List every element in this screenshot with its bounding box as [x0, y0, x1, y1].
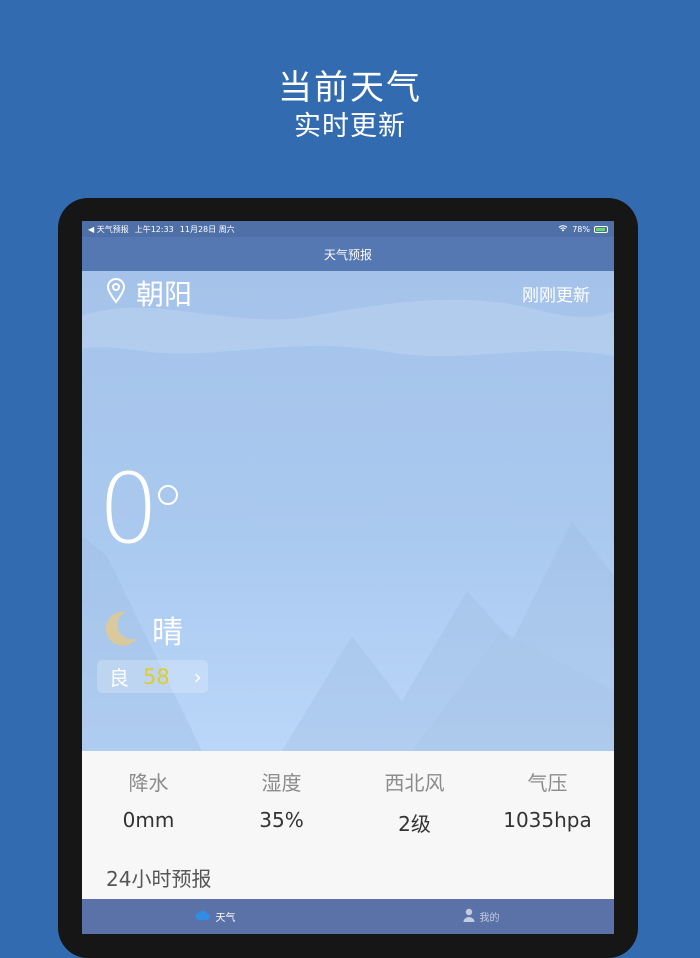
degree-symbol: [158, 485, 178, 505]
location-pin-icon: [106, 278, 126, 308]
battery-icon: [594, 225, 608, 233]
tab-label: 天气: [215, 913, 236, 924]
stat-value: 35%: [259, 808, 304, 832]
temperature: 0: [98, 453, 160, 565]
stat-humidity: 湿度 35%: [215, 767, 348, 832]
aqi-level: 良: [109, 666, 129, 690]
stat-wind: 西北风 2级: [348, 767, 481, 837]
tab-profile[interactable]: 我的: [348, 899, 614, 934]
air-quality-button[interactable]: 良 58 ›: [97, 660, 208, 693]
promo-title: 当前天气: [278, 68, 422, 108]
stat-precipitation: 降水 0mm: [82, 767, 215, 832]
tab-label: 我的: [479, 913, 500, 924]
battery-level-fill: [596, 227, 606, 231]
back-to-app-link[interactable]: ◀ 天气预报: [88, 224, 129, 235]
wifi-icon: [558, 224, 568, 234]
stat-value: 2级: [398, 812, 431, 836]
stat-label: 降水: [128, 771, 169, 795]
nav-title: 天气预报: [323, 247, 372, 262]
aqi-value: 58: [143, 664, 170, 689]
stat-label: 湿度: [261, 771, 302, 795]
stat-value: 0mm: [122, 808, 175, 832]
status-bar: ◀ 天气预报 上午12:33 11月28日 周六 78%: [82, 221, 614, 237]
stat-pressure: 气压 1035hpa: [481, 767, 614, 832]
moon-icon: [100, 608, 140, 652]
chevron-right-icon: ›: [193, 664, 202, 689]
stat-label: 西北风: [384, 771, 445, 795]
status-time: 上午12:33: [134, 224, 174, 234]
stat-value: 1035hpa: [503, 808, 592, 832]
stat-label: 气压: [527, 771, 568, 795]
app-screen: ◀ 天气预报 上午12:33 11月28日 周六 78% 天气预报 朝阳 刚刚更…: [82, 221, 614, 934]
nav-bar: 天气预报: [82, 237, 614, 271]
update-status: 刚刚更新: [522, 286, 590, 306]
condition-text: 晴: [152, 615, 183, 651]
weather-stats: 降水 0mm 湿度 35% 西北风 2级 气压 1035hpa 24小时预报: [82, 751, 614, 899]
status-date: 11月28日 周六: [179, 224, 235, 234]
weather-condition: 晴: [100, 607, 183, 652]
promo-subtitle: 实时更新: [294, 111, 406, 142]
cloud-icon: [195, 909, 211, 924]
hourly-forecast-heading: 24小时预报: [106, 867, 212, 891]
location[interactable]: 朝阳: [106, 273, 192, 313]
weather-hero: 朝阳 刚刚更新 0 晴 良 58 ›: [82, 271, 614, 751]
tab-weather[interactable]: 天气: [82, 899, 348, 934]
tab-bar: 天气 我的: [82, 899, 614, 934]
battery-percent: 78%: [572, 224, 590, 234]
city-name: 朝阳: [136, 278, 193, 311]
person-icon: [463, 908, 475, 925]
